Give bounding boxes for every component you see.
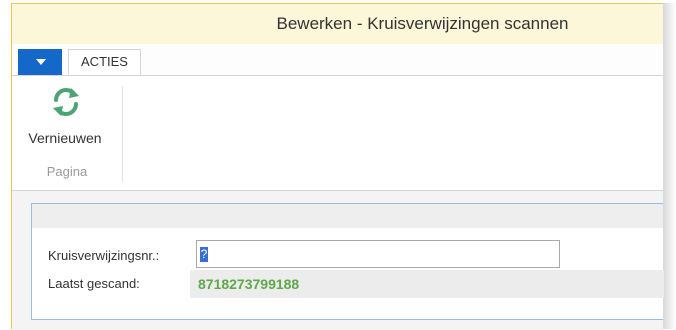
application-menu-button[interactable] xyxy=(18,49,62,75)
cross-ref-label: Kruisverwijzingsnr.: xyxy=(48,248,160,263)
ribbon-tab-row: ACTIES xyxy=(12,44,663,76)
refresh-button[interactable]: Vernieuwen xyxy=(18,84,112,154)
last-scanned-label: Laatst gescand: xyxy=(48,276,140,291)
window-title: Bewerken - Kruisverwijzingen scannen xyxy=(276,14,569,33)
window: Bewerken - Kruisverwijzingen scannen ACT… xyxy=(11,3,664,330)
window-shadow xyxy=(663,3,676,329)
form-panel: Kruisverwijzingsnr.: ? Laatst gescand: 8… xyxy=(31,203,664,320)
content-area: Kruisverwijzingsnr.: ? Laatst gescand: 8… xyxy=(12,191,664,330)
ribbon-group-label: Pagina xyxy=(46,164,88,179)
tab-acties[interactable]: ACTIES xyxy=(68,49,141,75)
chevron-down-icon xyxy=(36,59,46,65)
cross-ref-input[interactable]: ? xyxy=(196,240,560,268)
form-panel-header xyxy=(32,204,663,228)
refresh-icon xyxy=(53,88,79,116)
cross-ref-input-value: ? xyxy=(200,247,208,262)
last-scanned-field: 8718273799188 xyxy=(190,270,664,298)
ribbon-body: Vernieuwen Pagina xyxy=(12,76,663,191)
ribbon-group-separator xyxy=(122,86,123,182)
last-scanned-value: 8718273799188 xyxy=(198,276,300,292)
refresh-button-label: Vernieuwen xyxy=(28,130,102,146)
title-bar: Bewerken - Kruisverwijzingen scannen xyxy=(12,4,663,44)
